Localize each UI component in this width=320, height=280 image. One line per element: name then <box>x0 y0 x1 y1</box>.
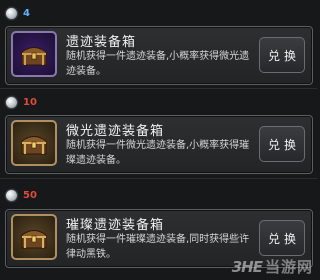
item-slot[interactable] <box>11 214 57 260</box>
exchange-button[interactable]: 兑换 <box>259 220 305 256</box>
divider <box>0 178 317 179</box>
item-card: 遗迹装备箱 随机获得一件遗迹装备,小概率获得微光遗迹装备。 兑换 <box>5 26 313 85</box>
cost-value: 4 <box>23 7 30 19</box>
gold-chest-icon <box>21 136 47 155</box>
exchange-button[interactable]: 兑换 <box>259 37 305 73</box>
item-description: 随机获得一件遗迹装备,小概率获得微光遗迹装备。 <box>66 51 250 77</box>
item-slot[interactable] <box>11 31 57 77</box>
item-title: 遗迹装备箱 <box>66 35 137 50</box>
item-description: 随机获得一件微光遗迹装备,小概率获得璀璨遗迹装备。 <box>66 140 250 166</box>
item-title: 璀璨遗迹装备箱 <box>66 218 165 233</box>
diamond-icon <box>6 96 17 108</box>
exchange-button[interactable]: 兑换 <box>259 126 305 162</box>
purple-chest-icon <box>21 47 47 66</box>
item-slot[interactable] <box>11 120 57 166</box>
watermark: 3HE 当游网 <box>232 256 313 277</box>
item-description: 随机获得一件璀璨遗迹装备,同时获得些许律动黑铁。 <box>66 234 250 260</box>
item-card: 微光遗迹装备箱 随机获得一件微光遗迹装备,小概率获得璀璨遗迹装备。 兑换 <box>5 115 313 174</box>
diamond-icon <box>6 189 17 201</box>
watermark-logo: 3HE <box>231 257 263 276</box>
cost-value: 50 <box>23 189 37 201</box>
item-title: 微光遗迹装备箱 <box>66 124 165 139</box>
cost-value: 10 <box>23 96 37 108</box>
watermark-text: 当游网 <box>264 258 313 276</box>
gold-chest-icon <box>21 230 47 249</box>
cost-row: 10 <box>0 89 317 115</box>
cost-row: 4 <box>0 0 317 26</box>
cost-row: 50 <box>0 182 317 208</box>
diamond-icon <box>6 7 17 19</box>
